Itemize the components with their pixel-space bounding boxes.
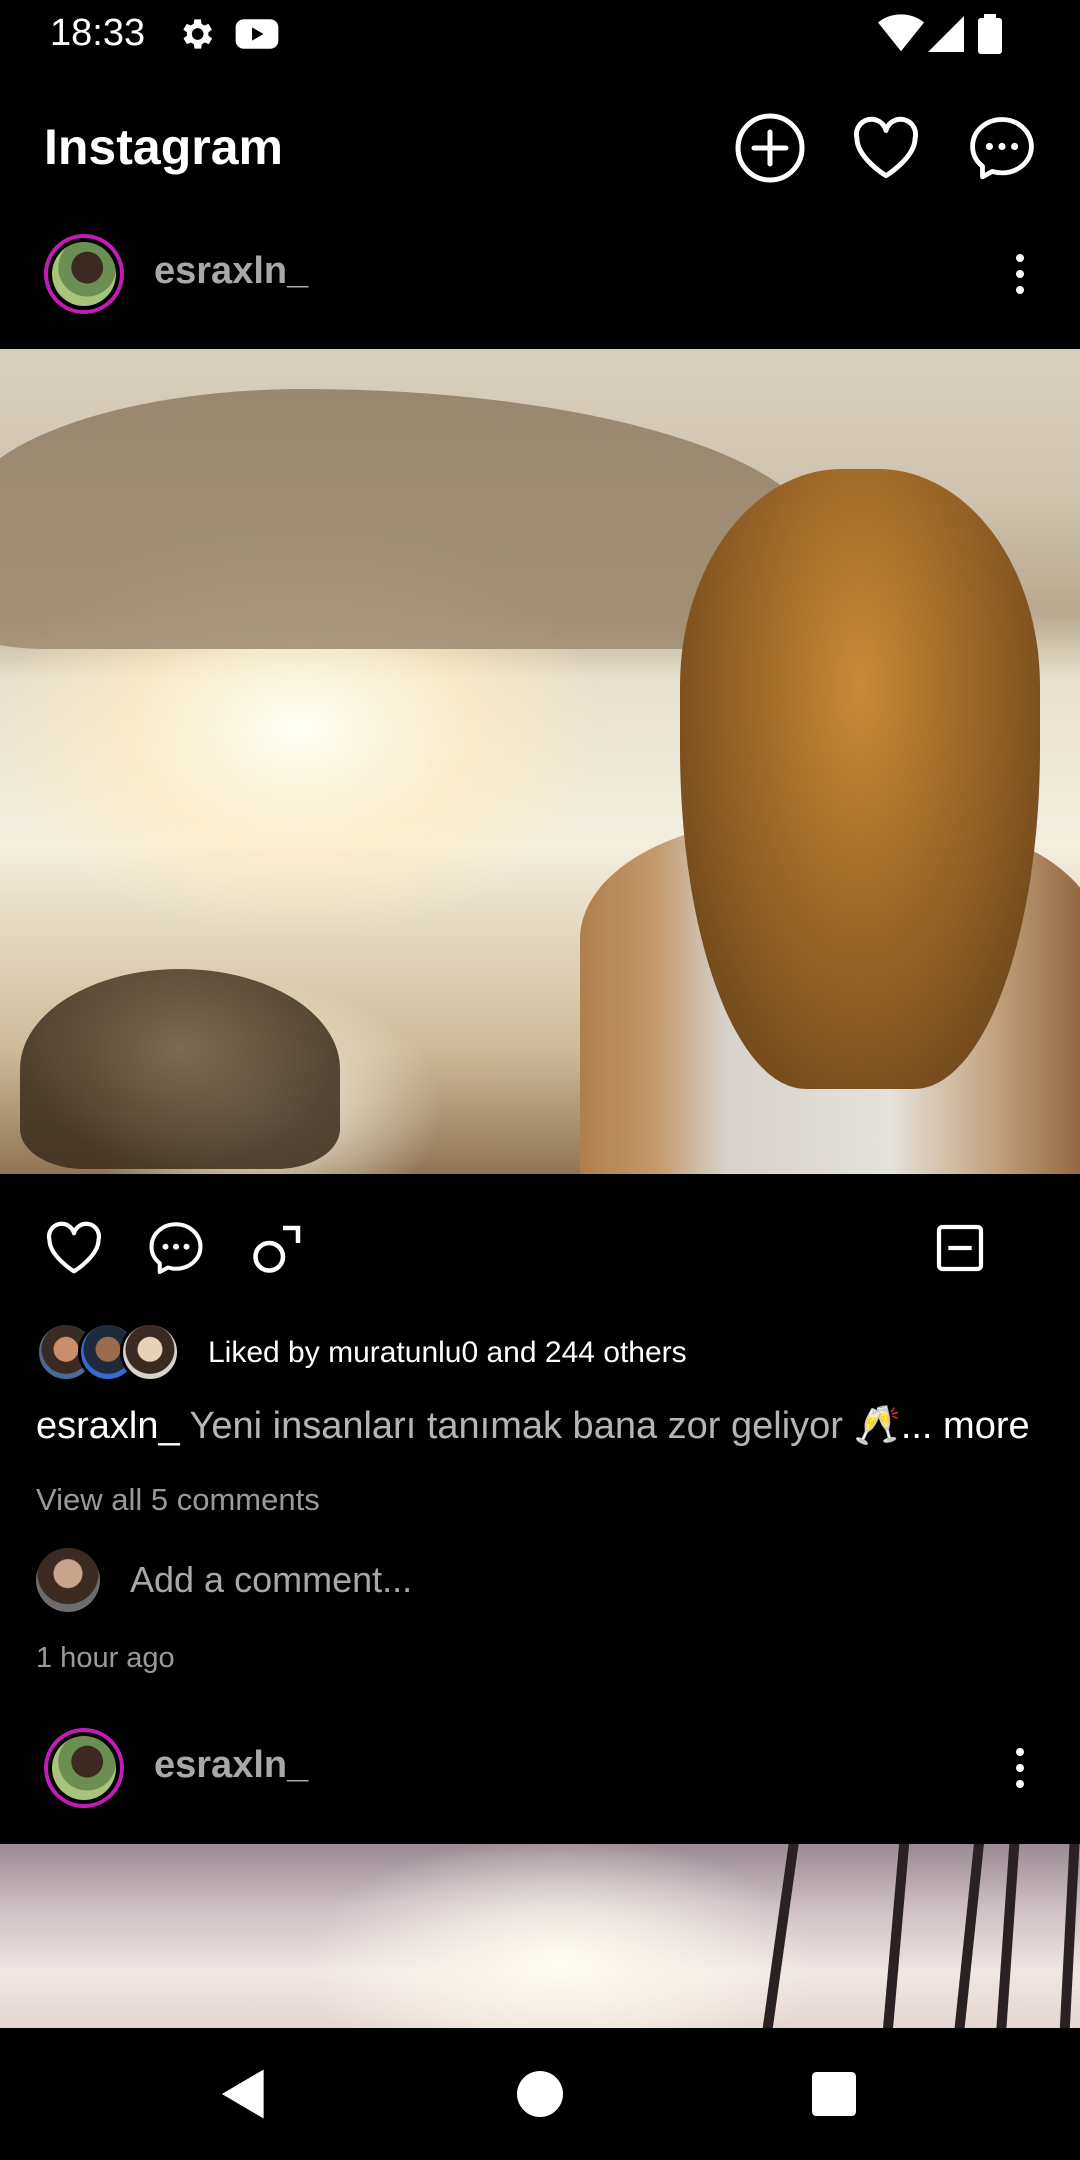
post-image[interactable] — [0, 349, 1080, 1174]
post-caption[interactable]: esraxln_ Yeni insanları tanımak bana zor… — [36, 1404, 1056, 1448]
back-icon — [221, 2069, 264, 2119]
home-icon — [517, 2071, 563, 2117]
bookmark-icon — [936, 1224, 984, 1272]
messages-button[interactable] — [962, 108, 1042, 188]
post-username[interactable]: esraxln_ — [154, 250, 308, 293]
more-options-button[interactable] — [990, 234, 1050, 314]
comment-icon — [149, 1222, 203, 1274]
avatar[interactable] — [44, 1728, 124, 1808]
like-button[interactable] — [34, 1208, 114, 1288]
view-comments-link[interactable]: View all 5 comments — [36, 1482, 320, 1518]
caption-text: Yeni insanları tanımak bana zor geliyor … — [189, 1405, 901, 1447]
recents-button[interactable] — [794, 2054, 874, 2134]
post-action-bar — [0, 1174, 1080, 1314]
more-icon — [1016, 254, 1024, 262]
share-button[interactable] — [238, 1208, 318, 1288]
comment-button[interactable] — [136, 1208, 216, 1288]
avatar[interactable] — [44, 234, 124, 314]
status-bar: 18:33 — [0, 0, 1080, 68]
wifi-icon — [878, 14, 924, 59]
post-image[interactable] — [0, 1844, 1080, 2028]
post-timestamp: 1 hour ago — [36, 1642, 175, 1674]
caption-more-link[interactable]: ... more — [901, 1405, 1030, 1447]
caption-username[interactable]: esraxln_ — [36, 1405, 180, 1447]
settings-icon — [176, 14, 216, 59]
recents-icon — [812, 2072, 856, 2116]
system-nav-bar — [0, 2028, 1080, 2160]
share-icon — [253, 1225, 301, 1273]
add-post-button[interactable] — [730, 108, 810, 188]
status-time: 18:33 — [50, 12, 146, 54]
avatar — [120, 1322, 180, 1382]
heart-icon — [46, 1221, 102, 1274]
heart-icon — [853, 116, 919, 179]
comment-input[interactable] — [128, 1554, 928, 1606]
youtube-icon — [234, 14, 280, 59]
avatar — [36, 1548, 100, 1612]
app-title: Instagram — [44, 119, 283, 175]
app-header: Instagram — [0, 68, 1080, 228]
add-comment-row — [36, 1548, 1036, 1612]
more-icon — [1016, 1748, 1024, 1756]
signal-icon — [928, 14, 964, 59]
post-username[interactable]: esraxln_ — [154, 1744, 308, 1787]
messenger-icon — [970, 117, 1034, 180]
likes-text: Liked by muratunlu0 and 244 others — [208, 1336, 687, 1369]
battery-icon — [978, 14, 1002, 59]
post-header: esraxln_ — [0, 214, 1080, 334]
home-button[interactable] — [500, 2054, 580, 2134]
back-button[interactable] — [204, 2054, 284, 2134]
add-post-icon — [735, 113, 805, 183]
more-options-button[interactable] — [990, 1728, 1050, 1808]
save-button[interactable] — [920, 1208, 1000, 1288]
activity-button[interactable] — [846, 108, 926, 188]
liker-avatars — [36, 1322, 186, 1384]
likes-row[interactable]: Liked by muratunlu0 and 244 others — [36, 1316, 1036, 1386]
post-header: esraxln_ — [0, 1708, 1080, 1828]
